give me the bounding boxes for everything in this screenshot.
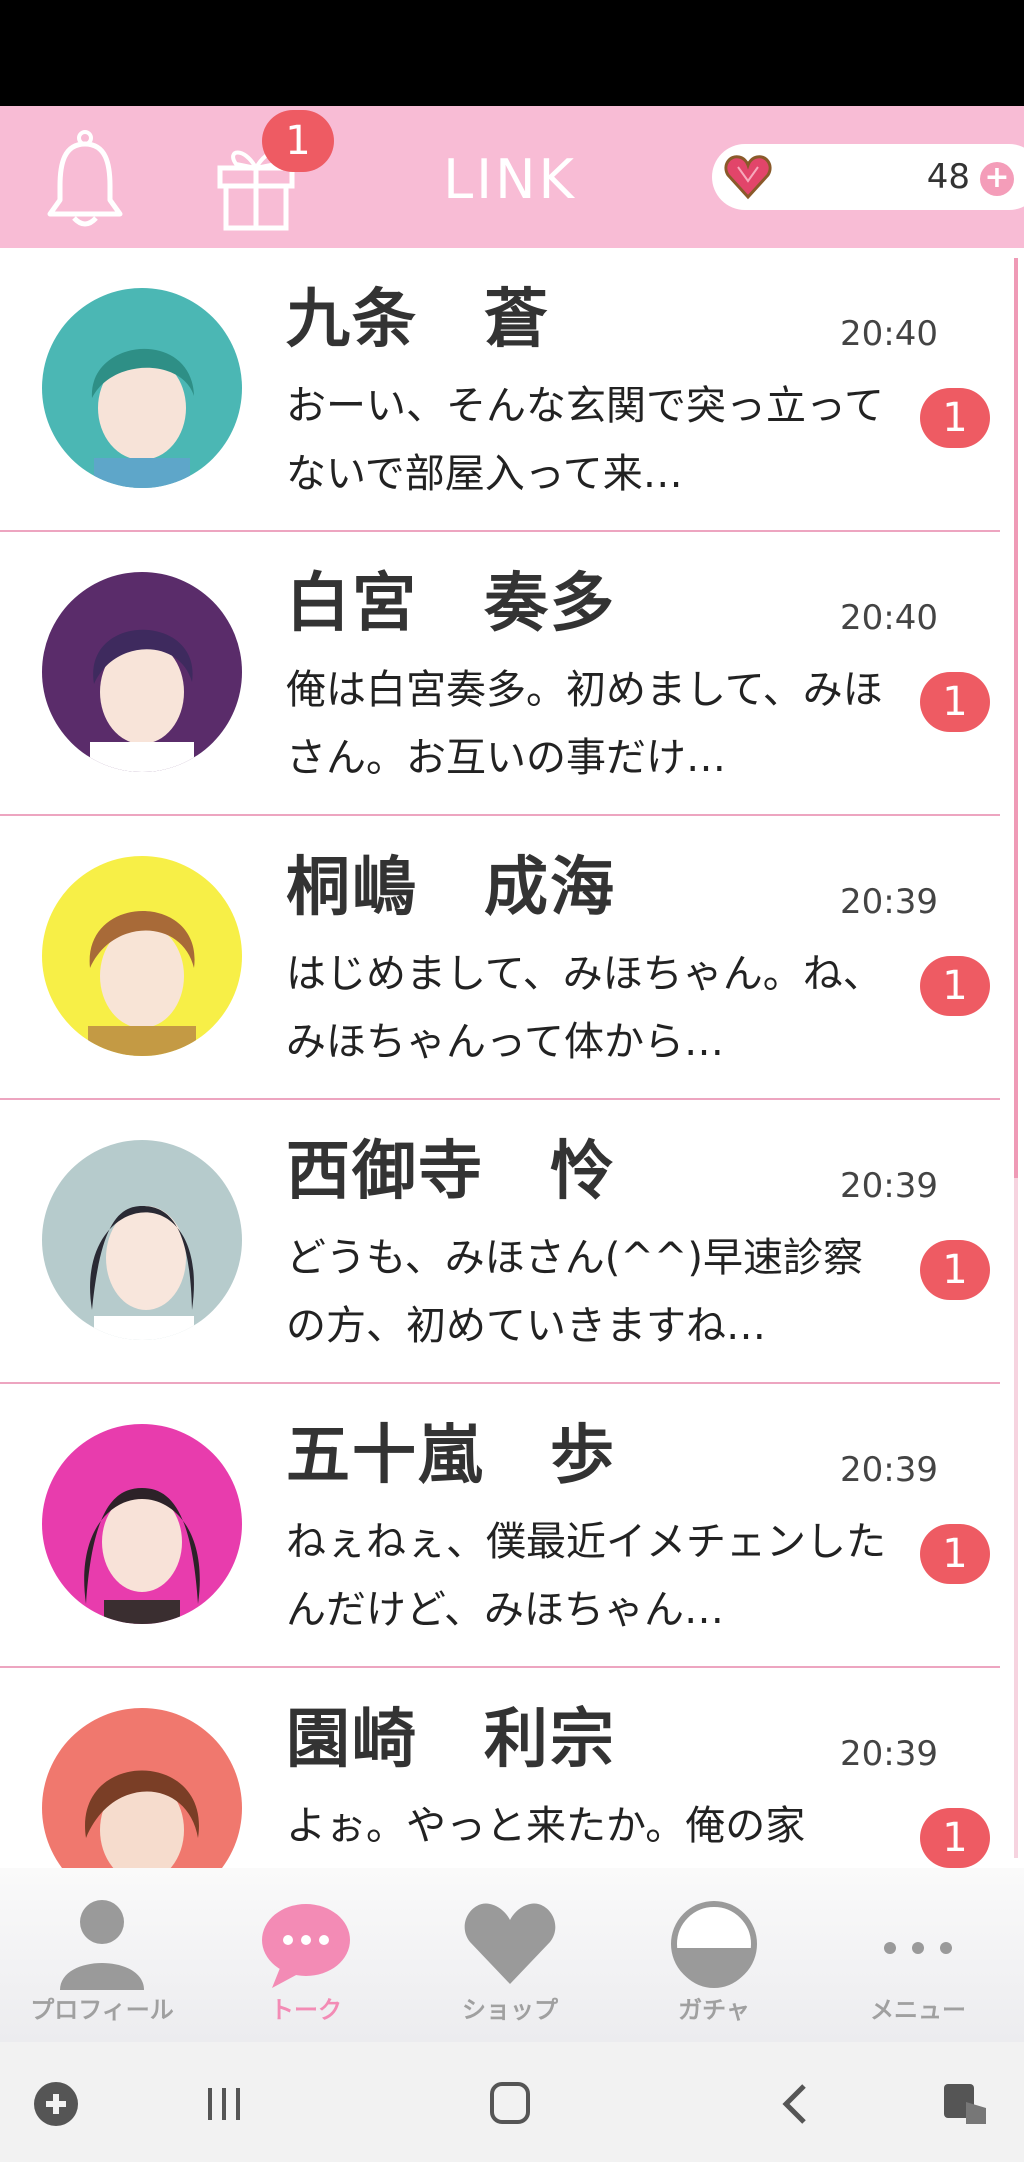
character-portrait-icon	[90, 629, 194, 772]
nav-gacha[interactable]: ガチャ	[612, 1868, 816, 2042]
scrollbar-thumb[interactable]	[1014, 258, 1018, 1178]
message-time: 20:39	[840, 1450, 938, 1490]
contact-name: 五十嵐 歩	[286, 1419, 616, 1493]
chat-row[interactable]: 五十嵐 歩 20:39 ねぇねぇ、僕最近イメチェンしたんだけど、みほちゃん… 1	[0, 1384, 1000, 1668]
chat-row[interactable]: 園崎 利宗 20:39 よぉ。やっと来たか。俺の家 1	[0, 1668, 1000, 1868]
nav-label: ガチャ	[678, 1996, 750, 2024]
avatar	[42, 572, 242, 772]
page-title: LINK	[443, 148, 577, 211]
nav-label: プロフィール	[30, 1996, 174, 2024]
avatar	[42, 288, 242, 488]
heart-gem-icon	[724, 155, 772, 200]
person-icon	[60, 1900, 144, 1990]
back-icon[interactable]	[766, 2080, 826, 2128]
contact-name: 九条 蒼	[286, 283, 550, 357]
unread-badge: 1	[920, 1240, 990, 1300]
message-time: 20:40	[840, 598, 938, 638]
bottom-nav: プロフィール トーク ショップ ガチャ メニュー	[0, 1868, 1024, 2042]
gem-count: 48	[926, 157, 970, 197]
add-gems-button[interactable]: +	[980, 162, 1014, 196]
contact-name: 西御寺 怜	[286, 1135, 616, 1209]
character-portrait-icon	[90, 1206, 194, 1340]
message-preview: ねぇねぇ、僕最近イメチェンしたんだけど、みほちゃん…	[286, 1519, 886, 1633]
more-dots-icon	[884, 1942, 952, 1954]
recent-apps-icon[interactable]	[194, 2080, 254, 2128]
chat-bubble-icon	[262, 1904, 350, 1988]
nav-label: メニュー	[870, 1996, 966, 2024]
contact-name: 白宮 奏多	[286, 567, 616, 641]
chat-row[interactable]: 桐嶋 成海 20:39 はじめまして、みほちゃん。ね、みほちゃんって体から… 1	[0, 816, 1000, 1100]
chat-list: 九条 蒼 20:40 おーい、そんな玄関で突っ立ってないで部屋入って来… 1 白…	[0, 248, 1024, 1868]
avatar	[42, 1424, 242, 1624]
gift-badge: 1	[262, 110, 334, 172]
contact-name: 園崎 利宗	[286, 1703, 616, 1777]
unread-badge: 1	[920, 1524, 990, 1584]
avatar	[42, 1140, 242, 1340]
message-time: 20:39	[840, 1166, 938, 1206]
character-portrait-icon	[85, 1770, 199, 1868]
nav-profile[interactable]: プロフィール	[0, 1868, 204, 2042]
nav-menu[interactable]: メニュー	[816, 1868, 1020, 2042]
message-preview: はじめまして、みほちゃん。ね、みほちゃんって体から…	[286, 951, 883, 1065]
message-time: 20:39	[840, 1734, 938, 1774]
chat-row[interactable]: 白宮 奏多 20:40 俺は白宮奏多。初めまして、みほさん。お互いの事だけ… 1	[0, 532, 1000, 816]
nav-talk[interactable]: トーク	[204, 1868, 408, 2042]
bell-icon[interactable]	[44, 130, 126, 230]
message-time: 20:39	[840, 882, 938, 922]
avatar	[42, 1708, 242, 1868]
contact-name: 桐嶋 成海	[286, 851, 616, 925]
unread-badge: 1	[920, 388, 990, 448]
nav-label: ショップ	[462, 1996, 558, 2024]
message-preview: おーい、そんな玄関で突っ立ってないで部屋入って来…	[286, 383, 884, 497]
avatar	[42, 856, 242, 1056]
gem-counter[interactable]	[712, 144, 1024, 210]
home-icon[interactable]	[480, 2080, 540, 2128]
gacha-capsule-icon	[671, 1901, 757, 1988]
status-bar	[0, 0, 1024, 106]
unread-badge: 1	[920, 1808, 990, 1868]
touch-lock-icon[interactable]	[936, 2080, 996, 2128]
unread-badge: 1	[920, 672, 990, 732]
chat-row[interactable]: 九条 蒼 20:40 おーい、そんな玄関で突っ立ってないで部屋入って来… 1	[0, 248, 1000, 532]
character-portrait-icon	[91, 348, 194, 488]
nav-shop[interactable]: ショップ	[408, 1868, 612, 2042]
message-preview: どうも、みほさん(^^)早速診察の方、初めていきますね…	[286, 1235, 864, 1349]
message-preview: よぉ。やっと来たか。俺の家	[286, 1803, 806, 1849]
heart-icon	[464, 1903, 556, 1984]
chat-row[interactable]: 西御寺 怜 20:39 どうも、みほさん(^^)早速診察の方、初めていきますね……	[0, 1100, 1000, 1384]
character-portrait-icon	[84, 1488, 200, 1624]
header-bar: 1 LINK 48 +	[0, 106, 1024, 248]
message-time: 20:40	[840, 314, 938, 354]
system-navigation-bar	[0, 2042, 1024, 2162]
game-tools-icon[interactable]	[26, 2080, 86, 2128]
nav-label: トーク	[270, 1996, 342, 2024]
message-preview: 俺は白宮奏多。初めまして、みほさん。お互いの事だけ…	[286, 667, 883, 781]
unread-badge: 1	[920, 956, 990, 1016]
character-portrait-icon	[88, 911, 196, 1056]
